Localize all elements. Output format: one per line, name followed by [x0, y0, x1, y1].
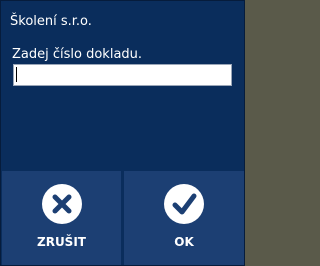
dialog-title: Školení s.r.o.	[10, 14, 92, 29]
cancel-button-label: ZRUŠIT	[37, 235, 86, 249]
ok-button-label: OK	[174, 235, 194, 249]
document-number-input[interactable]	[13, 64, 232, 86]
checkmark-icon	[164, 184, 204, 224]
cancel-button[interactable]: ZRUŠIT	[2, 171, 121, 265]
close-icon	[41, 184, 82, 224]
document-number-dialog: Školení s.r.o. Zadej číslo dokladu. ZRUŠ…	[0, 0, 245, 266]
document-number-prompt: Zadej číslo dokladu.	[12, 47, 143, 62]
ok-button[interactable]: OK	[124, 171, 244, 265]
text-caret	[16, 67, 17, 82]
